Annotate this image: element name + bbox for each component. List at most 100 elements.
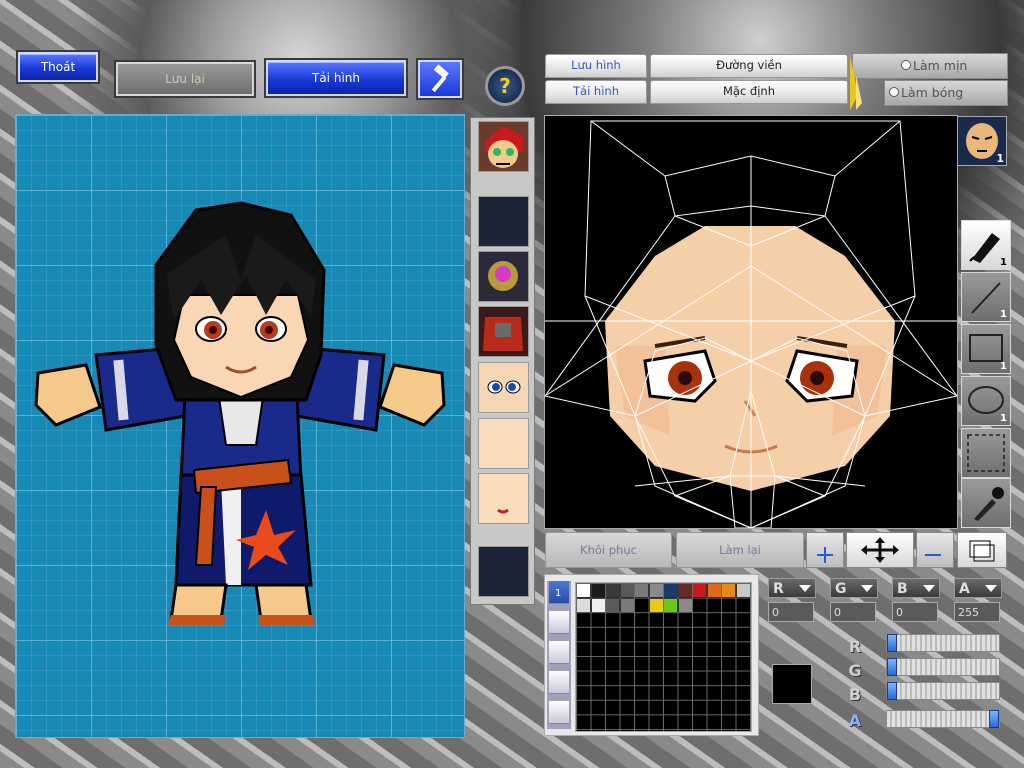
gem-brooch-icon (488, 261, 518, 291)
channel-b-value[interactable]: 0 (892, 602, 938, 622)
palette-swatch-grid[interactable] (575, 582, 752, 732)
slider-a-label: A (848, 711, 862, 730)
palette-swatch[interactable] (635, 584, 648, 597)
palette-swatch[interactable] (678, 584, 692, 597)
palette-swatch[interactable] (678, 598, 692, 612)
redo-button[interactable]: Làm lại (676, 532, 804, 568)
pen-tool[interactable]: 1 (961, 220, 1011, 270)
palette-swatch[interactable] (620, 584, 634, 597)
channel-a-select[interactable]: A (954, 578, 1002, 598)
slider-knob[interactable] (887, 634, 897, 652)
palette-swatch[interactable] (693, 584, 706, 597)
slot-empty[interactable] (478, 196, 529, 247)
channel-a-label: A (959, 581, 970, 597)
slot-empty-bottom[interactable] (478, 546, 529, 597)
save-button[interactable]: Lưu lại (116, 62, 254, 96)
shade-label: Làm bóng (901, 85, 964, 100)
palette-tab[interactable] (549, 611, 569, 634)
palette-swatch[interactable] (591, 584, 605, 597)
slider-knob[interactable] (887, 682, 897, 700)
slider-r[interactable] (886, 634, 1000, 652)
plus-icon (817, 547, 833, 563)
palette-swatch[interactable] (664, 584, 677, 597)
selection-tool[interactable] (961, 428, 1011, 478)
palette-swatch[interactable] (577, 584, 590, 597)
shade-option[interactable]: Làm bóng (884, 80, 1008, 106)
slot-eyes[interactable] (478, 362, 529, 413)
zoom-out-button[interactable] (916, 532, 954, 568)
mouth-icon (497, 508, 509, 514)
channel-b-select[interactable]: B (892, 578, 940, 598)
slider-knob[interactable] (887, 658, 897, 676)
palette-swatch[interactable] (591, 598, 605, 612)
slot-face-preset[interactable] (478, 121, 529, 172)
line-count: 1 (1000, 309, 1007, 320)
slider-a[interactable] (886, 710, 1000, 728)
slider-b-label: B (848, 685, 862, 704)
palette-swatch[interactable] (722, 584, 735, 597)
palette-tab-active[interactable]: 1 (549, 581, 569, 604)
slider-knob[interactable] (989, 710, 999, 728)
channel-r-value[interactable]: 0 (768, 602, 814, 622)
slot-mouth[interactable] (478, 473, 529, 524)
channel-r-select[interactable]: R (768, 578, 816, 598)
palette-swatch[interactable] (620, 598, 634, 612)
palette-tab-index: 1 (555, 588, 562, 599)
rectangle-count: 1 (1000, 361, 1007, 372)
restore-button[interactable]: Khôi phục (545, 532, 672, 568)
outline-button[interactable]: Đường viền (650, 54, 848, 78)
channel-g-select[interactable]: G (830, 578, 878, 598)
help-button[interactable]: ? (485, 66, 525, 106)
save-image-button[interactable]: Lưu hình (545, 54, 647, 78)
palette-swatch[interactable] (577, 598, 590, 612)
palette-tabs: 1 (547, 581, 571, 729)
smooth-label: Làm mịn (913, 58, 968, 73)
zoom-in-button[interactable] (806, 532, 844, 568)
slot-body[interactable] (478, 306, 529, 357)
eyedropper-icon (974, 487, 1004, 521)
layer-toggle-button[interactable] (957, 532, 1007, 568)
palette-swatch[interactable] (649, 584, 663, 597)
hammer-button[interactable] (418, 60, 462, 98)
palette-swatch[interactable] (649, 598, 663, 612)
palette-tab[interactable] (549, 701, 569, 724)
palette-swatch[interactable] (736, 584, 750, 597)
channel-g-label: G (835, 581, 847, 597)
load-image-button[interactable]: Tải hình (545, 80, 647, 104)
exit-button[interactable]: Thoát (18, 52, 98, 82)
pen-count: 1 (1000, 257, 1007, 268)
channel-g-value[interactable]: 0 (830, 602, 876, 622)
ellipse-tool[interactable]: 1 (961, 376, 1011, 426)
palette-swatch[interactable] (707, 584, 721, 597)
slot-nose[interactable] (478, 418, 529, 469)
face-preset-button[interactable]: 1 (957, 116, 1007, 166)
selection-icon (967, 434, 1005, 472)
layers-icon (969, 540, 995, 562)
eyes-icon (487, 380, 521, 394)
palette-tab[interactable] (549, 671, 569, 694)
current-color-swatch (772, 664, 812, 704)
reload-button[interactable]: Tải hình (266, 60, 406, 96)
palette-swatch[interactable] (664, 598, 677, 612)
character-portrait-icon (479, 122, 528, 171)
palette-swatch[interactable] (606, 584, 619, 597)
hammer-icon (431, 64, 449, 93)
smooth-option[interactable]: Làm mịn (852, 53, 1008, 79)
character-figure (34, 201, 446, 625)
move-button[interactable] (846, 532, 914, 568)
slider-b[interactable] (886, 682, 1000, 700)
texture-edit-canvas[interactable] (544, 115, 958, 529)
slider-g[interactable] (886, 658, 1000, 676)
eyedropper-tool[interactable] (961, 478, 1011, 528)
channel-a-value[interactable]: 255 (954, 602, 1000, 622)
dropdown-arrow-icon (923, 585, 935, 592)
radio-icon (901, 60, 911, 70)
rectangle-tool[interactable]: 1 (961, 324, 1011, 374)
slot-accessory[interactable] (478, 251, 529, 302)
palette-swatch[interactable] (606, 598, 619, 612)
svg-text:?: ? (499, 74, 511, 98)
default-button[interactable]: Mặc định (650, 80, 848, 104)
line-tool[interactable]: 1 (961, 272, 1011, 322)
palette-tab[interactable] (549, 641, 569, 664)
character-preview[interactable] (15, 114, 465, 738)
